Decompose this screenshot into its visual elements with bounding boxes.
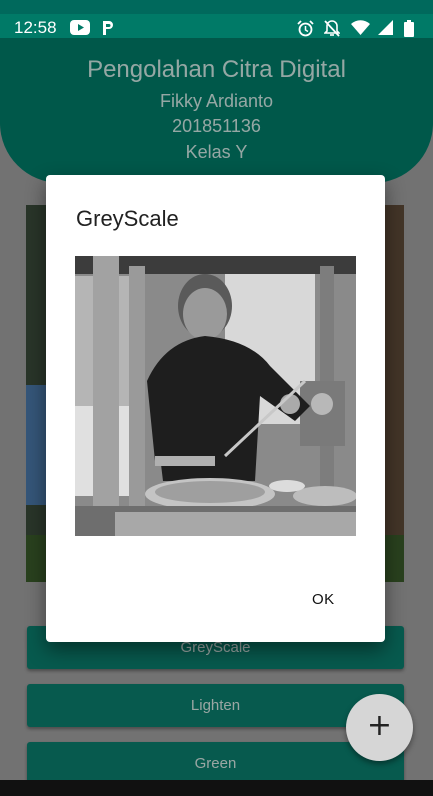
add-fab-button[interactable]: + xyxy=(346,694,413,761)
youtube-icon xyxy=(70,20,90,40)
navigation-bar xyxy=(0,780,433,796)
status-bar: 12:58 xyxy=(0,0,433,45)
greyscale-dialog: GreyScale OK xyxy=(46,175,385,642)
app-screen: 12:58 Pengolahan Citra Digital Fikky Ard… xyxy=(0,0,433,796)
wifi-icon xyxy=(351,20,370,40)
dialog-title: GreyScale xyxy=(76,206,179,231)
greyscale-result-image xyxy=(75,256,356,536)
status-time: 12:58 xyxy=(14,18,57,37)
ok-button[interactable]: OK xyxy=(312,591,335,608)
plus-icon: + xyxy=(366,708,393,743)
signal-icon xyxy=(378,20,393,40)
